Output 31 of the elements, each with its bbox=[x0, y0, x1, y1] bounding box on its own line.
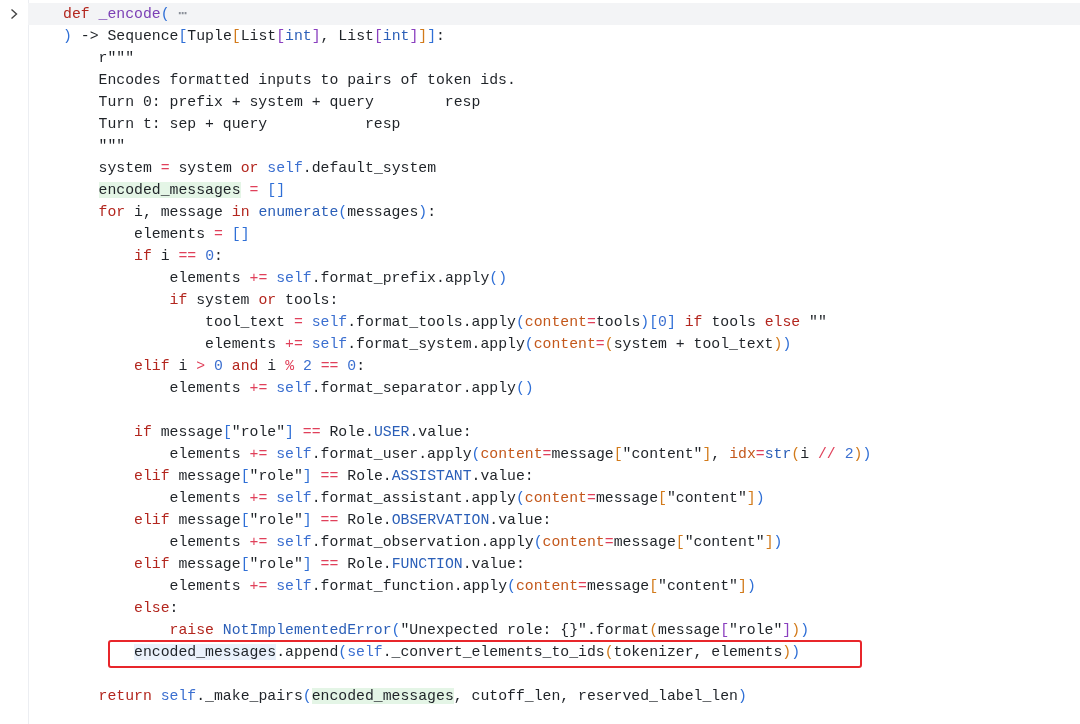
code-line: return self._make_pairs(encoded_messages, cutoff_len, reserved_label_len) bbox=[97, 687, 747, 706]
code-line: elements += self.format_observation.apply(content=message["content"]) bbox=[168, 533, 783, 552]
code-line: """ bbox=[97, 137, 126, 156]
code-line: elements += self.format_prefix.apply() bbox=[168, 269, 508, 288]
code-line: elif message["role"] == Role.ASSISTANT.value: bbox=[133, 467, 534, 486]
code-line: raise NotImplementedError("Unexpected role: {}".format(message["role"])) bbox=[168, 621, 810, 640]
code-line: encoded_messages.append(self._convert_elements_to_ids(tokenizer, elements)) bbox=[133, 643, 801, 662]
code-line: system = system or self.default_system bbox=[97, 159, 437, 178]
code-line: if message["role"] == Role.USER.value: bbox=[133, 423, 472, 442]
code-line: elements = [] bbox=[133, 225, 250, 244]
code-line: elements += self.format_assistant.apply(content=message["content"]) bbox=[168, 489, 765, 508]
code-line: Encodes formatted inputs to pairs of token ids. bbox=[97, 71, 516, 90]
code-line: if i == 0: bbox=[133, 247, 223, 266]
code-line: if system or tools: bbox=[168, 291, 339, 310]
fold-chevron-icon[interactable] bbox=[8, 8, 20, 20]
code-line: elif message["role"] == Role.OBSERVATION.value: bbox=[133, 511, 552, 530]
code-line: elements += self.format_system.apply(content=(system + tool_text)) bbox=[204, 335, 792, 354]
code-line: elif i > 0 and i % 2 == 0: bbox=[133, 357, 366, 376]
code-line: def _encode( ⋯ bbox=[63, 5, 188, 24]
code-line: tool_text = self.format_tools.apply(content=tools)[0] if tools else "" bbox=[204, 313, 827, 332]
code-line: Turn t: sep + query resp bbox=[97, 115, 401, 134]
code-line: encoded_messages = [] bbox=[97, 181, 286, 200]
code-line: elif message["role"] == Role.FUNCTION.value: bbox=[133, 555, 525, 574]
code-line: elements += self.format_separator.apply() bbox=[168, 379, 534, 398]
code-line: elements += self.format_user.apply(content=message["content"], idx=str(i // 2)) bbox=[168, 445, 872, 464]
code-line: ) -> Sequence[Tuple[List[int], List[int]]]: bbox=[63, 27, 445, 46]
code-line: elements += self.format_function.apply(content=message["content"]) bbox=[168, 577, 756, 596]
code-line: for i, message in enumerate(messages): bbox=[97, 203, 437, 222]
code-line: Turn 0: prefix + system + query resp bbox=[97, 93, 481, 112]
code-line: else: bbox=[133, 599, 179, 618]
code-line: r""" bbox=[97, 49, 135, 68]
